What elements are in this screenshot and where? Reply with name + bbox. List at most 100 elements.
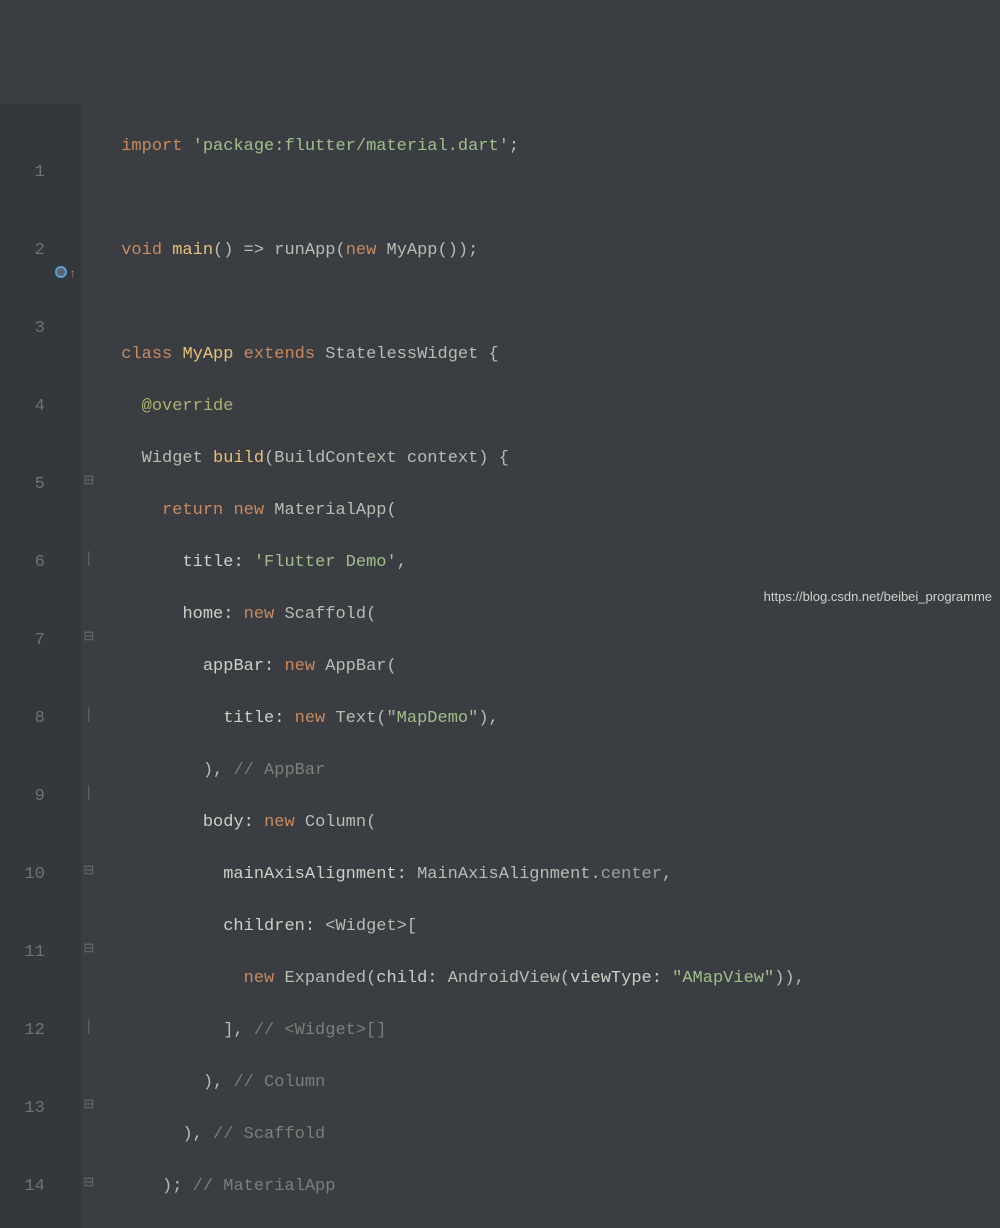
- code-line[interactable]: body: new Column(: [101, 810, 805, 836]
- brace: {: [489, 345, 499, 364]
- code-line[interactable]: mainAxisAlignment: MainAxisAlignment.cen…: [101, 862, 805, 888]
- param: title:: [182, 553, 243, 572]
- class: Scaffold: [284, 605, 366, 624]
- keyword: new: [295, 709, 326, 728]
- punct: ),: [182, 1125, 202, 1144]
- line-number: 2: [4, 238, 45, 264]
- punct: );: [162, 1177, 182, 1196]
- code-line[interactable]: [101, 290, 805, 316]
- param: appBar:: [203, 657, 274, 676]
- fold-handle-icon[interactable]: ⊟: [81, 936, 97, 962]
- code-line[interactable]: [101, 186, 805, 212]
- keyword: new: [244, 605, 275, 624]
- fold-handle-icon[interactable]: ⊟: [81, 858, 97, 884]
- code-line[interactable]: class MyApp extends StatelessWidget {: [101, 342, 805, 368]
- class: Expanded: [284, 969, 366, 988]
- enum: MainAxisAlignment: [417, 865, 590, 884]
- fold-handle-icon[interactable]: ⊟: [81, 1170, 97, 1196]
- param: mainAxisAlignment:: [223, 865, 407, 884]
- line-number: 11: [4, 940, 45, 966]
- keyword: class: [121, 345, 172, 364]
- line-number: 3: [4, 316, 45, 342]
- code-line[interactable]: ), // AppBar: [101, 758, 805, 784]
- fold-blank: [81, 312, 97, 338]
- punct: ),: [203, 761, 223, 780]
- class: AppBar: [325, 657, 386, 676]
- punct: ;: [509, 137, 519, 156]
- code-line[interactable]: Widget build(BuildContext context) {: [101, 446, 805, 472]
- param: child:: [376, 969, 437, 988]
- line-number: 9: [4, 784, 45, 810]
- punct: .: [591, 865, 601, 884]
- keyword: return: [162, 501, 223, 520]
- punct: )),: [774, 969, 805, 988]
- code-line[interactable]: home: new Scaffold(: [101, 602, 805, 628]
- comment: // AppBar: [223, 761, 325, 780]
- code-line[interactable]: ), // Column: [101, 1070, 805, 1096]
- keyword: new: [264, 813, 295, 832]
- class: AndroidView: [448, 969, 560, 988]
- type: Widget: [142, 449, 203, 468]
- class: Column: [305, 813, 366, 832]
- class: MaterialApp: [274, 501, 386, 520]
- code-line[interactable]: }: [101, 1226, 805, 1228]
- code-line[interactable]: ); // MaterialApp: [101, 1174, 805, 1200]
- fold-guide-icon: │: [81, 702, 97, 728]
- line-number: 5: [4, 472, 45, 498]
- param: home:: [182, 605, 233, 624]
- string: 'Flutter Demo': [254, 553, 397, 572]
- code-line[interactable]: @override: [101, 394, 805, 420]
- code-line[interactable]: children: <Widget>[: [101, 914, 805, 940]
- punct: ());: [438, 241, 479, 260]
- up-arrow-icon: ↑: [69, 261, 76, 287]
- fold-column: ⊟ │ ⊟ │ │ ⊟ ⊟ │ ⊟ ⊟ │ │ │ ⊟ ⊟ ⊟ ⊟ ⊟ ⊟: [81, 104, 97, 1228]
- override-marker-icon[interactable]: [55, 266, 67, 278]
- punct: ,: [397, 553, 407, 572]
- code-line[interactable]: appBar: new AppBar(: [101, 654, 805, 680]
- class: StatelessWidget: [325, 345, 478, 364]
- operator: =>: [244, 241, 264, 260]
- punct: (: [366, 813, 376, 832]
- string: 'package:flutter/material.dart': [193, 137, 509, 156]
- punct: ),: [478, 709, 498, 728]
- class: Text: [335, 709, 376, 728]
- function: build: [213, 449, 264, 468]
- code-line[interactable]: void main() => runApp(new MyApp());: [101, 238, 805, 264]
- code-line[interactable]: return new MaterialApp(: [101, 498, 805, 524]
- punct: (: [366, 605, 376, 624]
- line-number: 6: [4, 550, 45, 576]
- punct: (: [560, 969, 570, 988]
- fold-guide-icon: │: [81, 546, 97, 572]
- keyword: new: [233, 501, 264, 520]
- code-line[interactable]: title: new Text("MapDemo"),: [101, 706, 805, 732]
- annotation: override: [152, 397, 234, 416]
- code-line[interactable]: new Expanded(child: AndroidView(viewType…: [101, 966, 805, 992]
- code-line[interactable]: ), // Scaffold: [101, 1122, 805, 1148]
- function: main: [172, 241, 213, 260]
- comment: // Column: [223, 1073, 325, 1092]
- keyword: new: [346, 241, 377, 260]
- line-number: 4: [4, 394, 45, 420]
- fold-blank: [81, 390, 97, 416]
- string: "MapDemo": [386, 709, 478, 728]
- punct: (: [376, 709, 386, 728]
- fold-close-icon: ⊟: [81, 1092, 97, 1118]
- code-line[interactable]: title: 'Flutter Demo',: [101, 550, 805, 576]
- keyword: void: [121, 241, 162, 260]
- fold-handle-icon[interactable]: ⊟: [81, 468, 97, 494]
- code-line[interactable]: import 'package:flutter/material.dart';: [101, 134, 805, 160]
- class-name: MyApp: [182, 345, 233, 364]
- line-number: 13: [4, 1096, 45, 1122]
- line-number: 7: [4, 628, 45, 654]
- code-editor[interactable]: 1 2 3 4 5 6 7 8 9 10 11 12 13 14 15 16 1…: [0, 104, 1000, 1228]
- param: title:: [223, 709, 284, 728]
- comment: // MaterialApp: [182, 1177, 335, 1196]
- line-number-gutter: 1 2 3 4 5 6 7 8 9 10 11 12 13 14 15 16 1…: [0, 104, 53, 1228]
- fold-handle-icon[interactable]: ⊟: [81, 624, 97, 650]
- keyword: new: [284, 657, 315, 676]
- class: MyApp: [387, 241, 438, 260]
- line-number: 14: [4, 1174, 45, 1200]
- code-line[interactable]: ], // <Widget>[]: [101, 1018, 805, 1044]
- code-area[interactable]: import 'package:flutter/material.dart'; …: [97, 104, 805, 1228]
- type: <Widget>[: [325, 917, 417, 936]
